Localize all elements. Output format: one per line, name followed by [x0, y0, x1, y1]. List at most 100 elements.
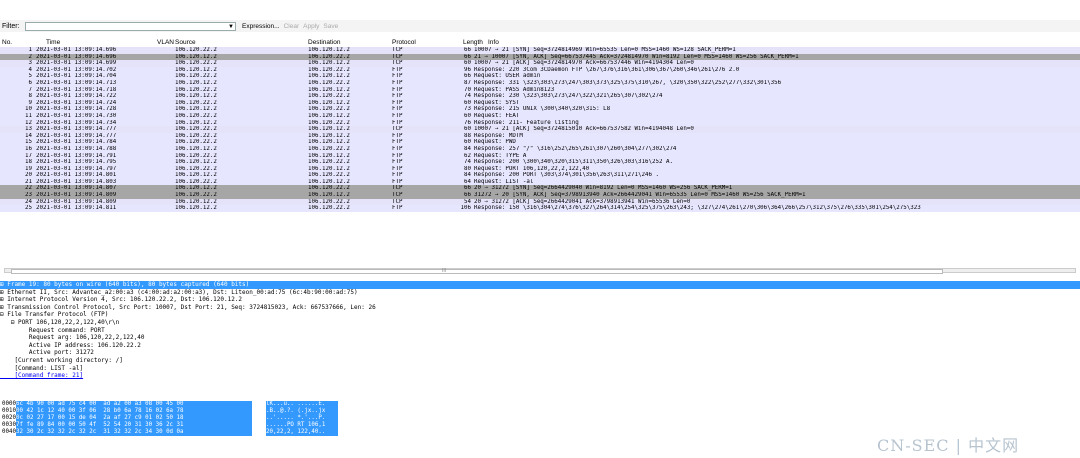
packet-info: Response: 331 \323\303\273\247\303\373\3…: [474, 79, 782, 86]
packet-no: 8: [28, 93, 33, 100]
clear-button[interactable]: Clear: [284, 23, 300, 30]
detail-line[interactable]: [Current working directory: /]: [0, 357, 1080, 365]
packet-row[interactable]: 21 2021-03-01 13:09:14.803 106.120.22.2 106…: [0, 178, 1080, 186]
hscroll-thumb[interactable]: III: [11, 268, 943, 274]
hex-bytes[interactable]: 32 30 2c 32 32 2c 32 2c 31 32 32 2c 34 3…: [16, 429, 252, 437]
packet-row[interactable]: 17 2021-03-01 13:09:14.791 106.120.22.2 106…: [0, 152, 1080, 160]
packet-row[interactable]: 13 2021-03-01 13:09:14.777 106.120.22.2 106…: [0, 126, 1080, 133]
packet-protocol: FTP: [392, 205, 403, 212]
packet-row[interactable]: 8 2021-03-01 13:09:14.722 106.120.12.2 106.…: [0, 93, 1080, 100]
packet-no: 22: [25, 185, 32, 192]
packet-row[interactable]: 23 2021-03-01 13:09:14.809 106.120.22.2 106…: [0, 192, 1080, 199]
hex-offset[interactable]: 0020: [2, 415, 16, 422]
packet-time: 2021-03-01 13:09:14.718: [36, 86, 117, 93]
detail-line[interactable]: Request arg: 106,120,22,2,122,40: [0, 334, 1080, 342]
packet-row[interactable]: 18 2021-03-01 13:09:14.795 106.120.12.2 106…: [0, 159, 1080, 166]
hex-ascii[interactable]: .B..@.?. (.jx..jx: [266, 408, 338, 416]
packet-no: 16: [25, 145, 32, 152]
packet-row[interactable]: 12 2021-03-01 13:09:14.734 106.120.12.2 106…: [0, 119, 1080, 127]
packet-list-hscrollbar[interactable]: III: [4, 268, 1076, 274]
filter-input[interactable]: ▼: [25, 21, 236, 31]
packet-protocol: FTP: [392, 106, 403, 113]
packet-time: 2021-03-01 13:09:14.788: [36, 145, 117, 152]
packet-destination: 106.120.22.2: [308, 159, 350, 166]
packet-row[interactable]: 20 2021-03-01 13:09:14.801 106.120.12.2 106…: [0, 172, 1080, 179]
hex-bytes[interactable]: 00 42 1c 12 40 00 3f 06 28 b0 6a 78 16 0…: [16, 408, 252, 416]
hex-bytes[interactable]: 6c 4b 90 00 ad 75 c4 00 ad a2 00 a3 08 0…: [16, 401, 252, 409]
packet-time: 2021-03-01 13:09:14.696: [36, 53, 117, 60]
packet-time: 2021-03-01 13:09:14.699: [36, 60, 117, 67]
column-destination[interactable]: Destination: [308, 39, 341, 46]
filter-dropdown-icon[interactable]: ▼: [228, 23, 234, 31]
expression-button[interactable]: Expression...: [242, 23, 280, 30]
packet-no: 10: [25, 106, 32, 113]
detail-line[interactable]: ⊟ File Transfer Protocol (FTP): [0, 311, 1080, 319]
column-info[interactable]: Info: [488, 39, 499, 46]
packet-row[interactable]: 4 2021-03-01 13:09:14.702 106.120.12.2 106.…: [0, 66, 1080, 74]
hex-ascii[interactable]: lK...u.. ......E.: [266, 401, 338, 409]
packet-row[interactable]: 19 2021-03-01 13:09:14.797 106.120.22.2 106…: [0, 165, 1080, 173]
packet-no: 6: [28, 79, 33, 86]
hex-offset[interactable]: 0040: [2, 429, 16, 436]
detail-line[interactable]: ⊞ Ethernet II, Src: Advantec_a2:00:a3 (c…: [0, 289, 1080, 297]
detail-line[interactable]: Active IP address: 106.120.22.2: [0, 342, 1080, 350]
hex-offset[interactable]: 0010: [2, 408, 16, 415]
detail-line[interactable]: ⊟ PORT 106,120,22,2,122,40\r\n: [0, 319, 1080, 327]
packet-protocol: FTP: [392, 119, 403, 126]
save-button[interactable]: Save: [323, 23, 338, 30]
packet-no: 9: [28, 99, 33, 106]
packet-length: 70: [464, 86, 471, 93]
packet-row[interactable]: 2 2021-03-01 13:09:14.696 106.120.12.2 106.…: [0, 53, 1080, 61]
hex-ascii[interactable]: ......PO RT 106,1: [266, 422, 338, 430]
detail-line[interactable]: ⊞ Transmission Control Protocol, Src Por…: [0, 304, 1080, 312]
packet-row[interactable]: 11 2021-03-01 13:09:14.730 106.120.22.2 106…: [0, 112, 1080, 120]
packet-row[interactable]: 9 2021-03-01 13:09:14.724 106.120.22.2 106.…: [0, 99, 1080, 107]
packet-row[interactable]: 16 2021-03-01 13:09:14.788 106.120.12.2 106…: [0, 145, 1080, 153]
packet-row[interactable]: 3 2021-03-01 13:09:14.699 106.120.22.2 106.…: [0, 60, 1080, 67]
detail-line[interactable]: ⊞ Frame 19: 80 bytes on wire (640 bits),…: [0, 281, 1080, 289]
hex-offset[interactable]: 0000: [2, 401, 16, 408]
packet-row[interactable]: 15 2021-03-01 13:09:14.784 106.120.22.2 106…: [0, 139, 1080, 146]
column-source[interactable]: Source: [175, 39, 196, 46]
packet-length: 66: [464, 73, 471, 80]
column-no[interactable]: No.: [2, 39, 12, 46]
packet-destination: 106.120.12.2: [308, 192, 350, 199]
packet-row[interactable]: 24 2021-03-01 13:09:14.809 106.120.12.2 106…: [0, 198, 1080, 206]
packet-no: 15: [25, 139, 32, 146]
column-vlan[interactable]: VLAN: [157, 39, 174, 46]
hex-offset[interactable]: 0030: [2, 422, 16, 429]
hex-bytes[interactable]: 7f fe 89 84 00 00 50 4f 52 54 20 31 30 3…: [16, 422, 252, 430]
packet-row[interactable]: 7 2021-03-01 13:09:14.718 106.120.22.2 106.…: [0, 86, 1080, 94]
packet-destination: 106.120.12.2: [308, 73, 350, 80]
packet-destination: 106.120.22.2: [308, 66, 350, 73]
packet-destination: 106.120.22.2: [308, 185, 350, 192]
packet-no: 14: [25, 132, 32, 139]
hex-ascii[interactable]: ..'..... *.'...P.: [266, 415, 338, 423]
detail-line[interactable]: ⊞ Internet Protocol Version 4, Src: 106.…: [0, 296, 1080, 304]
detail-line[interactable]: Request command: PORT: [0, 327, 1080, 335]
packet-row[interactable]: 6 2021-03-01 13:09:14.713 106.120.12.2 106.…: [0, 79, 1080, 87]
packet-row[interactable]: 1 2021-03-01 13:09:14.696 106.120.22.2 106.…: [0, 47, 1080, 54]
packet-time: 2021-03-01 13:09:14.722: [36, 93, 117, 100]
column-protocol[interactable]: Protocol: [392, 39, 416, 46]
hex-bytes[interactable]: 0c 02 27 17 00 15 de 04 2a af 27 c9 01 0…: [16, 415, 252, 423]
packet-row[interactable]: 22 2021-03-01 13:09:14.807 106.120.12.2 106…: [0, 185, 1080, 193]
hex-ascii[interactable]: 20,22,2, 122,40..: [266, 429, 338, 437]
packet-source: 106.120.12.2: [175, 205, 217, 212]
apply-button[interactable]: Apply: [303, 23, 319, 30]
packet-row[interactable]: 14 2021-03-01 13:09:14.777 106.120.22.2 106…: [0, 132, 1080, 140]
packet-row[interactable]: 5 2021-03-01 13:09:14.704 106.120.22.2 106.…: [0, 73, 1080, 80]
packet-time: 2021-03-01 13:09:14.811: [36, 205, 117, 212]
packet-list-header: No. Time VLAN Source Destination Protoco…: [0, 39, 1080, 47]
packet-source: 106.120.22.2: [175, 112, 217, 119]
packet-no: 13: [25, 126, 32, 133]
packet-length: 88: [464, 132, 471, 139]
packet-length: 73: [464, 106, 471, 113]
packet-row[interactable]: 25 2021-03-01 13:09:14.811 106.120.12.2 106…: [0, 205, 1080, 212]
detail-link[interactable]: [Command frame: 21]: [0, 372, 1080, 380]
column-length[interactable]: Length: [463, 39, 483, 46]
column-time[interactable]: Time: [46, 39, 60, 46]
packet-row[interactable]: 10 2021-03-01 13:09:14.728 106.120.12.2 106…: [0, 106, 1080, 113]
detail-line[interactable]: [Command: LIST -al]: [0, 365, 1080, 373]
detail-line[interactable]: Active port: 31272: [0, 349, 1080, 357]
